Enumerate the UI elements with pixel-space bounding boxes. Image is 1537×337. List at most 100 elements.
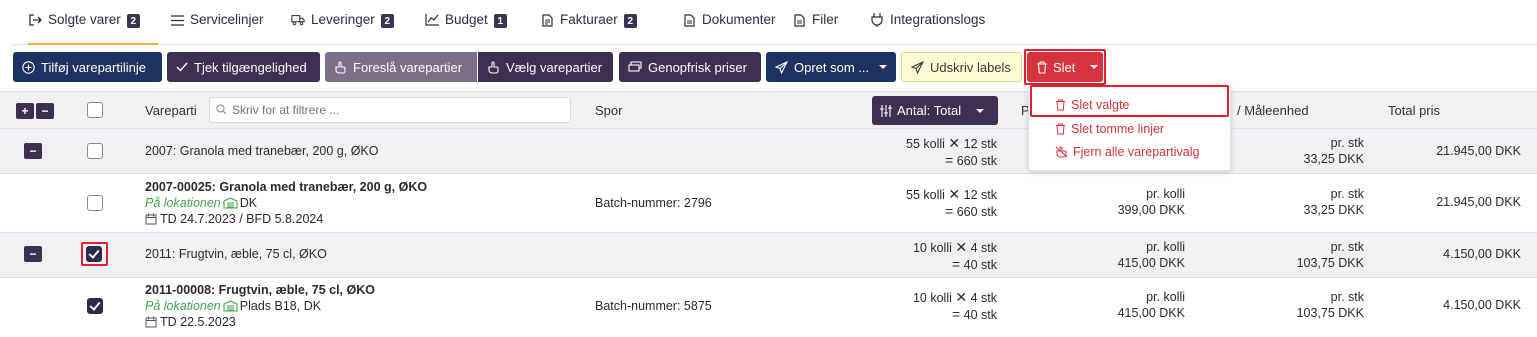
quantity-cell: 10 kolli ✕ 4 stk = 40 stk <box>913 289 997 323</box>
suggest-batches-button[interactable]: Foreslå varepartier <box>325 52 477 82</box>
tab-filer[interactable]: Filer <box>792 12 838 45</box>
chart-line-icon <box>425 13 439 27</box>
qty-packages: 10 kolli <box>912 241 952 255</box>
tab-fakturaer[interactable]: Fakturaer 2 <box>540 12 637 45</box>
qty-per-package: 12 stk <box>963 137 997 151</box>
delete-selected-menu-item[interactable]: Slet valgte <box>1055 98 1129 112</box>
unit-price: 103,75 DKK <box>1296 256 1364 270</box>
unit-label: pr. stk <box>1330 187 1364 201</box>
delete-empty-lines-menu-item[interactable]: Slet tomme linjer <box>1055 122 1164 136</box>
collapse-all-button[interactable]: − <box>36 103 54 119</box>
add-batch-line-button[interactable]: Tilføj varepartilinje <box>13 52 162 82</box>
equals-icon: = <box>951 256 961 272</box>
paper-plane-icon <box>775 60 788 74</box>
unit-price: 33,25 DKK <box>1303 152 1364 166</box>
column-header-trace: Spor <box>595 103 623 118</box>
tab-label: Integrationslogs <box>890 12 986 27</box>
tab-label: Leveringer <box>311 12 375 27</box>
batch-title: 2007-00025: Granola med tranebær, 200 g,… <box>145 180 428 194</box>
price-value: 415,00 DKK <box>1117 256 1185 270</box>
chevron-down-icon <box>976 108 985 113</box>
collapse-group-button[interactable]: − <box>24 246 42 262</box>
list-icon <box>170 13 184 27</box>
location-status: På lokationen <box>145 299 221 313</box>
calendar-icon <box>145 316 157 328</box>
button-label: Vælg varepartier <box>506 59 603 75</box>
tab-leveringer[interactable]: Leveringer 2 <box>291 12 394 45</box>
price-cell: pr. kolli 415,00 DKK <box>1118 289 1185 321</box>
price-label: pr. kolli <box>1146 187 1185 201</box>
location-status: På lokationen <box>145 196 221 210</box>
unit-price-cell: pr. stk 33,25 DKK <box>1304 186 1364 218</box>
delete-dropdown-menu: Slet valgte Slet tomme linjer Fjern alle… <box>1028 85 1231 171</box>
qty-per-package: 4 stk <box>970 291 997 305</box>
sign-in-icon <box>28 13 42 27</box>
button-label: Udskriv labels <box>930 59 1011 75</box>
unit-price: 103,75 DKK <box>1296 306 1364 320</box>
unit-label: pr. stk <box>1330 240 1364 254</box>
column-header-batch: Vareparti <box>145 103 197 118</box>
qty-packages: 55 kolli <box>906 188 945 202</box>
table-row: 2011-00008: Frugtvin, æble, 75 cl, ØKO P… <box>0 278 1537 337</box>
tab-badge: 2 <box>380 14 394 28</box>
unit-price: 33,25 DKK <box>1303 203 1364 217</box>
unit-label: pr. stk <box>1330 136 1364 150</box>
price-value: 415,00 DKK <box>1117 306 1185 320</box>
price-value: 399,00 DKK <box>1117 203 1185 217</box>
filter-input[interactable] <box>209 97 571 123</box>
print-labels-button[interactable]: Udskriv labels <box>901 52 1022 82</box>
unit-label: pr. stk <box>1330 290 1364 304</box>
hand-point-icon <box>488 60 499 74</box>
dates-line: TD 22.5.2023 <box>145 315 236 329</box>
button-label: Opret som ... <box>794 59 870 75</box>
trash-icon <box>1037 60 1047 74</box>
row-checkbox[interactable] <box>87 143 103 159</box>
money-icon <box>628 61 642 72</box>
row-checkbox[interactable] <box>87 298 103 314</box>
calendar-icon <box>145 213 157 225</box>
batch-dates: TD 22.5.2023 <box>160 315 236 329</box>
location-name: Plads B18, DK <box>239 299 322 313</box>
paper-plane-icon <box>911 60 924 74</box>
qty-total: 660 stk <box>956 154 997 168</box>
collapse-group-button[interactable]: − <box>24 143 42 159</box>
dates-line: TD 24.7.2023 / BFD 5.8.2024 <box>145 212 323 226</box>
tab-integrationslogs[interactable]: Integrationslogs <box>870 12 985 45</box>
total-price-cell: 21.945,00 DKK <box>1436 144 1521 158</box>
group-title: 2011: Frugtvin, æble, 75 cl, ØKO <box>145 247 327 261</box>
trash-icon <box>1056 123 1065 135</box>
location-name: DK <box>239 196 258 210</box>
qty-total: 40 stk <box>963 308 997 322</box>
warehouse-icon <box>223 300 238 312</box>
create-as-dropdown-button[interactable]: Opret som ... <box>766 52 896 82</box>
tab-dokumenter[interactable]: Dokumenter <box>682 12 776 45</box>
chevron-down-icon <box>1090 65 1099 69</box>
delete-dropdown-button[interactable]: Slet <box>1027 52 1103 82</box>
remove-all-batches-menu-item[interactable]: Fjern alle varepartivalg <box>1055 145 1199 159</box>
tab-budget[interactable]: Budget 1 <box>425 12 507 45</box>
times-icon: ✕ <box>948 186 961 202</box>
choose-batches-button[interactable]: Vælg varepartier <box>478 52 613 82</box>
expand-all-button[interactable]: + <box>16 103 34 119</box>
trace-cell: Batch-nummer: 5875 <box>595 299 712 313</box>
refresh-prices-button[interactable]: Genopfrisk priser <box>619 52 761 82</box>
row-checkbox[interactable] <box>86 246 102 262</box>
quantity-mode-dropdown[interactable]: Antal: Total <box>872 96 998 125</box>
select-all-checkbox[interactable] <box>87 102 103 118</box>
qty-packages: 55 kolli <box>906 137 945 151</box>
tab-bar: Solgte varer 2 Servicelinjer Leveringer … <box>12 0 1537 45</box>
price-cell: pr. kolli 415,00 DKK <box>1118 239 1185 271</box>
qty-per-package: 12 stk <box>963 188 997 202</box>
menu-item-label: Fjern alle varepartivalg <box>1073 145 1200 159</box>
check-availability-button[interactable]: Tjek tilgængelighed <box>167 52 320 82</box>
batch-title: 2011-00008: Frugtvin, æble, 75 cl, ØKO <box>145 283 375 297</box>
tab-servicelinjer[interactable]: Servicelinjer <box>170 12 264 45</box>
tab-solgte-varer[interactable]: Solgte varer 2 <box>28 12 158 45</box>
trace-cell: Batch-nummer: 2796 <box>595 196 712 210</box>
chevron-down-icon <box>879 65 888 69</box>
tab-label: Budget <box>445 12 488 27</box>
tab-label: Servicelinjer <box>190 12 264 27</box>
tab-label: Fakturaer <box>560 12 618 27</box>
group-title: 2007: Granola med tranebær, 200 g, ØKO <box>145 144 379 158</box>
row-checkbox[interactable] <box>87 195 103 211</box>
